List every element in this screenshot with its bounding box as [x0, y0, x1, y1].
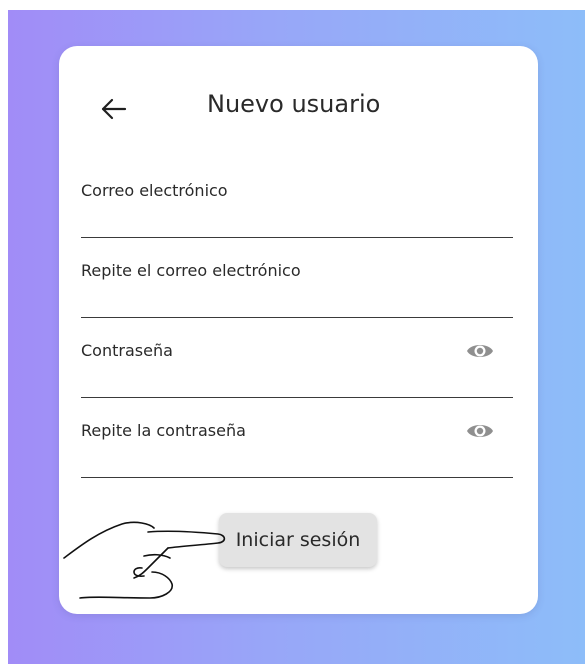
email-field-label: Correo electrónico	[81, 181, 228, 200]
new-user-card: Nuevo usuario Correo electrónico Repite …	[59, 46, 538, 614]
page-title: Nuevo usuario	[207, 90, 381, 118]
repeat-email-field[interactable]: Repite el correo electrónico	[81, 261, 513, 318]
back-button[interactable]	[95, 92, 135, 126]
repeat-password-field-label: Repite la contraseña	[81, 421, 246, 440]
eye-icon[interactable]	[465, 338, 495, 364]
eye-icon[interactable]	[465, 418, 495, 444]
email-field[interactable]: Correo electrónico	[81, 181, 513, 238]
repeat-password-field[interactable]: Repite la contraseña	[81, 421, 513, 478]
repeat-email-field-label: Repite el correo electrónico	[81, 261, 301, 280]
login-button[interactable]: Iniciar sesión	[219, 513, 377, 567]
password-field[interactable]: Contraseña	[81, 341, 513, 398]
password-field-label: Contraseña	[81, 341, 173, 360]
arrow-left-icon	[101, 98, 127, 120]
